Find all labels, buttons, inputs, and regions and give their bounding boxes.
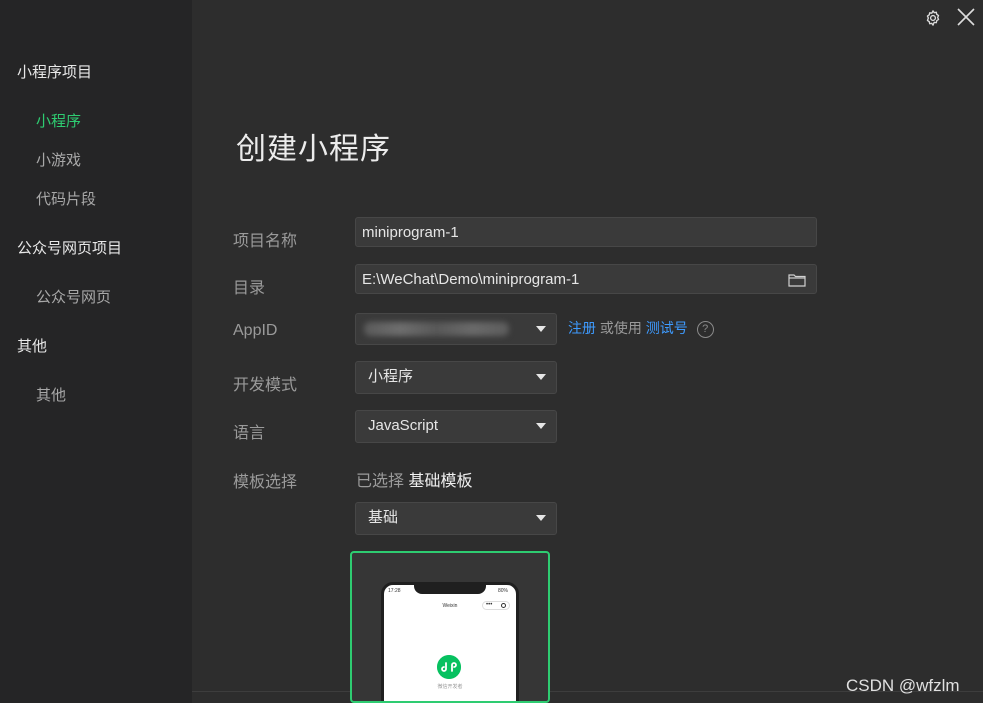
template-selected-name: 基础模板 <box>408 473 473 490</box>
phone-caption: 微信开发者 <box>437 684 463 690</box>
miniprogram-logo-icon <box>437 655 461 679</box>
or-use-text: 或使用 <box>599 320 642 336</box>
language-label: 语言 <box>233 425 266 442</box>
folder-icon[interactable] <box>788 273 806 287</box>
dev-mode-select[interactable]: 小程序 <box>355 361 557 394</box>
chevron-down-icon <box>536 326 546 332</box>
template-selected-prefix: 已选择 <box>356 473 405 490</box>
sidebar-item-official-account-web[interactable]: 公众号网页 <box>36 286 111 307</box>
sidebar-item-code-snippet[interactable]: 代码片段 <box>36 188 96 209</box>
watermark: CSDN @wfzlm <box>846 676 960 695</box>
appid-blurred-value <box>364 322 509 336</box>
sidebar-item-miniprogram[interactable]: 小程序 <box>36 110 81 131</box>
more-dots-icon: ••• <box>486 602 493 608</box>
appid-links: 注册 或使用 测试号 ? <box>568 318 714 338</box>
chevron-down-icon <box>536 374 546 380</box>
template-card-basic[interactable]: 17:28 80% Weixin ••• 微信开发者 <box>350 551 550 703</box>
sidebar-item-minigame[interactable]: 小游戏 <box>36 149 81 170</box>
template-category-value: 基础 <box>368 509 399 526</box>
template-category-select[interactable]: 基础 <box>355 502 557 535</box>
chevron-down-icon <box>536 515 546 521</box>
sidebar-section-official-account: 公众号网页项目 <box>17 240 123 257</box>
main-panel <box>192 0 983 703</box>
page-title: 创建小程序 <box>236 133 391 166</box>
close-icon[interactable] <box>956 7 976 27</box>
dev-mode-value: 小程序 <box>368 368 414 385</box>
language-select[interactable]: JavaScript <box>355 410 557 443</box>
template-label: 模板选择 <box>233 474 298 491</box>
gear-icon[interactable] <box>924 9 942 27</box>
project-name-label: 项目名称 <box>233 233 298 250</box>
sidebar-section-miniprogram: 小程序项目 <box>17 64 93 81</box>
dev-mode-label: 开发模式 <box>233 377 298 394</box>
template-selected-text: 已选择 基础模板 <box>356 467 472 491</box>
language-value: JavaScript <box>368 417 439 434</box>
phone-battery: 80% <box>497 588 508 594</box>
directory-field[interactable]: E:\WeChat\Demo\miniprogram-1 <box>355 264 817 294</box>
help-icon[interactable]: ? <box>696 320 714 338</box>
sidebar-item-other[interactable]: 其他 <box>36 384 66 405</box>
appid-select[interactable] <box>355 313 557 345</box>
sidebar-section-other: 其他 <box>17 338 48 355</box>
phone-notch <box>414 582 486 594</box>
capsule-close-icon <box>501 603 506 608</box>
phone-preview: 17:28 80% Weixin ••• 微信开发者 <box>381 582 519 701</box>
register-link[interactable]: 注册 <box>568 320 596 336</box>
chevron-down-icon <box>536 423 546 429</box>
project-name-field[interactable] <box>355 217 817 247</box>
directory-label: 目录 <box>233 280 266 297</box>
project-name-input[interactable] <box>362 218 762 247</box>
directory-value: E:\WeChat\Demo\miniprogram-1 <box>362 271 580 288</box>
phone-time: 17:28 <box>388 588 401 594</box>
capsule-menu: ••• <box>482 601 510 610</box>
sidebar: 小程序项目 小程序 小游戏 代码片段 公众号网页项目 公众号网页 其他 其他 <box>0 0 192 703</box>
test-account-link[interactable]: 测试号 <box>646 320 688 336</box>
appid-label: AppID <box>233 322 278 339</box>
